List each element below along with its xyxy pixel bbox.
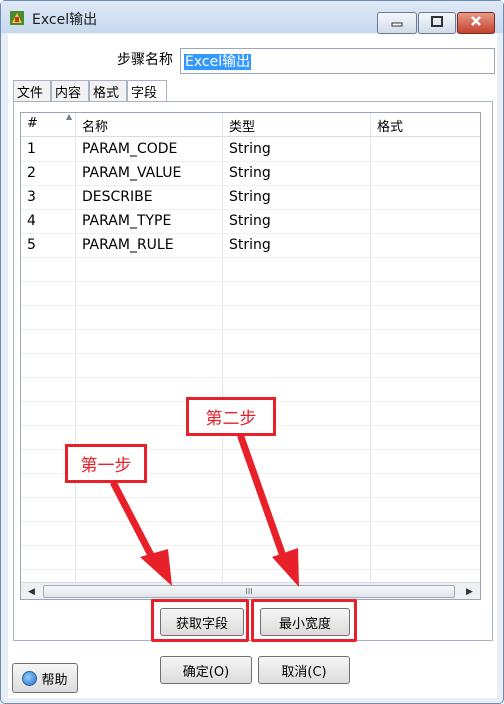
field-type: String — [229, 213, 271, 229]
tab-fields[interactable]: 字段 — [127, 80, 167, 102]
row-divider — [21, 281, 480, 282]
close-button[interactable] — [457, 12, 495, 34]
highlight-box-min-width — [251, 599, 357, 642]
callout-step-1: 第一步 — [65, 444, 147, 483]
window-title: Excel输出 — [32, 12, 98, 28]
field-type: String — [229, 237, 271, 253]
title-bar[interactable]: Excel输出 — [1, 1, 503, 34]
help-label: 帮助 — [41, 672, 68, 688]
row-divider — [21, 497, 480, 498]
step-name-label: 步骤名称 — [117, 52, 173, 68]
cancel-button[interactable]: 取消(C) — [258, 656, 350, 684]
row-divider — [21, 569, 480, 570]
field-name: PARAM_VALUE — [82, 165, 182, 181]
spoon-app-icon — [9, 10, 25, 26]
arrow-left-icon[interactable]: ◀ — [23, 583, 40, 599]
col-header-name[interactable]: 名称 — [76, 113, 223, 137]
row-number: 1 — [27, 141, 36, 157]
row-divider — [21, 353, 480, 354]
help-icon — [22, 670, 38, 686]
sort-up-icon: ▲ — [66, 112, 73, 121]
row-divider — [21, 305, 480, 306]
scroll-thumb[interactable]: III — [43, 585, 455, 598]
horizontal-scrollbar[interactable]: ◀ III ▶ — [21, 582, 480, 599]
col-header-format[interactable]: 格式 — [371, 113, 480, 137]
row-divider — [21, 377, 480, 378]
arrow-right-icon[interactable]: ▶ — [461, 583, 478, 599]
row-divider — [21, 329, 480, 330]
col-header-type[interactable]: 类型 — [223, 113, 371, 137]
row-number: 2 — [27, 165, 36, 181]
callout-step-2: 第二步 — [186, 397, 276, 436]
tab-format[interactable]: 格式 — [89, 80, 127, 101]
field-name: PARAM_CODE — [82, 141, 178, 157]
minimize-button[interactable] — [377, 12, 417, 34]
step-name-input[interactable]: Excel输出 — [180, 48, 495, 74]
field-type: String — [229, 141, 271, 157]
maximize-button[interactable] — [418, 12, 456, 34]
field-type: String — [229, 189, 271, 205]
row-number: 4 — [27, 213, 36, 229]
row-divider — [21, 545, 480, 546]
help-button[interactable]: 帮助 — [12, 663, 78, 693]
maximize-icon — [431, 15, 443, 31]
field-name: DESCRIBE — [82, 189, 153, 205]
field-type: String — [229, 165, 271, 181]
row-divider — [21, 521, 480, 522]
field-name: PARAM_RULE — [82, 237, 174, 253]
col-divider — [370, 113, 371, 583]
row-number: 5 — [27, 237, 36, 253]
step-name-value: Excel输出 — [184, 54, 252, 70]
col-header-num[interactable]: # ▲ — [21, 113, 76, 137]
tab-content[interactable]: 内容 — [51, 80, 89, 101]
highlight-box-get-fields — [151, 599, 249, 642]
fields-table[interactable]: # ▲ 名称 类型 格式 1 PARAM_CODE String 2 PARAM… — [20, 112, 481, 600]
row-number: 3 — [27, 189, 36, 205]
field-name: PARAM_TYPE — [82, 213, 172, 229]
tab-file[interactable]: 文件 — [13, 80, 51, 101]
minimize-icon — [391, 16, 403, 31]
ok-button[interactable]: 确定(O) — [160, 656, 252, 684]
close-icon — [470, 15, 482, 31]
